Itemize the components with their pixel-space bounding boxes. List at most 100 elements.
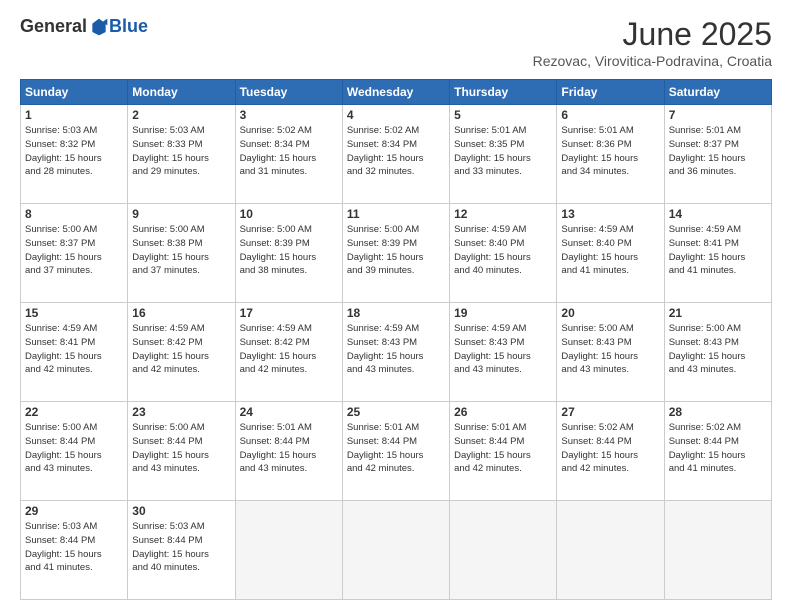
header-sunday: Sunday <box>21 80 128 105</box>
day-number: 30 <box>132 504 230 518</box>
table-row: 3 Sunrise: 5:02 AMSunset: 8:34 PMDaylight… <box>235 105 342 204</box>
calendar-week-row: 29 Sunrise: 5:03 AMSunset: 8:44 PMDayligh… <box>21 501 772 600</box>
table-row: 16 Sunrise: 4:59 AMSunset: 8:42 PMDayligh… <box>128 303 235 402</box>
day-info: Sunrise: 5:02 AMSunset: 8:44 PMDaylight:… <box>669 421 767 476</box>
day-number: 20 <box>561 306 659 320</box>
table-row: 20 Sunrise: 5:00 AMSunset: 8:43 PMDayligh… <box>557 303 664 402</box>
calendar-week-row: 1 Sunrise: 5:03 AMSunset: 8:32 PMDaylight… <box>21 105 772 204</box>
day-number: 5 <box>454 108 552 122</box>
day-info: Sunrise: 5:00 AMSunset: 8:39 PMDaylight:… <box>347 223 445 278</box>
logo-blue: Blue <box>109 16 148 37</box>
day-number: 23 <box>132 405 230 419</box>
day-info: Sunrise: 4:59 AMSunset: 8:40 PMDaylight:… <box>561 223 659 278</box>
day-number: 18 <box>347 306 445 320</box>
title-area: June 2025 Rezovac, Virovitica-Podravina,… <box>533 16 772 69</box>
day-number: 10 <box>240 207 338 221</box>
header-thursday: Thursday <box>450 80 557 105</box>
day-info: Sunrise: 5:03 AMSunset: 8:44 PMDaylight:… <box>25 520 123 575</box>
page: General Blue June 2025 Rezovac, Viroviti… <box>0 0 792 612</box>
day-info: Sunrise: 5:01 AMSunset: 8:44 PMDaylight:… <box>347 421 445 476</box>
table-row: 19Sunrise: 4:59 AMSunset: 8:43 PMDayligh… <box>450 303 557 402</box>
table-row: 28 Sunrise: 5:02 AMSunset: 8:44 PMDayligh… <box>664 402 771 501</box>
day-info: Sunrise: 4:59 AMSunset: 8:41 PMDaylight:… <box>25 322 123 377</box>
day-number: 13 <box>561 207 659 221</box>
day-info: Sunrise: 4:59 AMSunset: 8:42 PMDaylight:… <box>240 322 338 377</box>
day-number: 28 <box>669 405 767 419</box>
day-number: 12 <box>454 207 552 221</box>
table-row: 4Sunrise: 5:02 AMSunset: 8:34 PMDaylight… <box>342 105 449 204</box>
day-info: Sunrise: 4:59 AMSunset: 8:43 PMDaylight:… <box>347 322 445 377</box>
table-row: 30Sunrise: 5:03 AMSunset: 8:44 PMDayligh… <box>128 501 235 600</box>
day-info: Sunrise: 5:00 AMSunset: 8:37 PMDaylight:… <box>25 223 123 278</box>
day-info: Sunrise: 5:01 AMSunset: 8:36 PMDaylight:… <box>561 124 659 179</box>
table-row: 13 Sunrise: 4:59 AMSunset: 8:40 PMDayligh… <box>557 204 664 303</box>
day-number: 9 <box>132 207 230 221</box>
table-row: 6 Sunrise: 5:01 AMSunset: 8:36 PMDaylight… <box>557 105 664 204</box>
table-row: 8 Sunrise: 5:00 AMSunset: 8:37 PMDaylight… <box>21 204 128 303</box>
day-number: 19 <box>454 306 552 320</box>
day-number: 11 <box>347 207 445 221</box>
day-number: 15 <box>25 306 123 320</box>
header-saturday: Saturday <box>664 80 771 105</box>
table-row: 11 Sunrise: 5:00 AMSunset: 8:39 PMDayligh… <box>342 204 449 303</box>
table-row: 14 Sunrise: 4:59 AMSunset: 8:41 PMDayligh… <box>664 204 771 303</box>
logo-general: General <box>20 16 87 37</box>
table-row: 22 Sunrise: 5:00 AMSunset: 8:44 PMDayligh… <box>21 402 128 501</box>
day-number: 17 <box>240 306 338 320</box>
table-row <box>342 501 449 600</box>
table-row: 18 Sunrise: 4:59 AMSunset: 8:43 PMDayligh… <box>342 303 449 402</box>
day-number: 6 <box>561 108 659 122</box>
day-info: Sunrise: 5:00 AMSunset: 8:44 PMDaylight:… <box>25 421 123 476</box>
day-info: Sunrise: 5:01 AMSunset: 8:44 PMDaylight:… <box>454 421 552 476</box>
table-row: 1 Sunrise: 5:03 AMSunset: 8:32 PMDaylight… <box>21 105 128 204</box>
day-info: Sunrise: 5:00 AMSunset: 8:44 PMDaylight:… <box>132 421 230 476</box>
table-row: 7Sunrise: 5:01 AMSunset: 8:37 PMDaylight… <box>664 105 771 204</box>
table-row: 5 Sunrise: 5:01 AMSunset: 8:35 PMDaylight… <box>450 105 557 204</box>
day-number: 1 <box>25 108 123 122</box>
table-row: 23 Sunrise: 5:00 AMSunset: 8:44 PMDayligh… <box>128 402 235 501</box>
table-row: 21Sunrise: 5:00 AMSunset: 8:43 PMDayligh… <box>664 303 771 402</box>
table-row: 26 Sunrise: 5:01 AMSunset: 8:44 PMDayligh… <box>450 402 557 501</box>
day-info: Sunrise: 4:59 AMSunset: 8:42 PMDaylight:… <box>132 322 230 377</box>
day-info: Sunrise: 5:03 AMSunset: 8:32 PMDaylight:… <box>25 124 123 179</box>
day-info: Sunrise: 5:00 AMSunset: 8:39 PMDaylight:… <box>240 223 338 278</box>
day-info: Sunrise: 5:02 AMSunset: 8:34 PMDaylight:… <box>240 124 338 179</box>
table-row <box>664 501 771 600</box>
day-info: Sunrise: 5:00 AMSunset: 8:38 PMDaylight:… <box>132 223 230 278</box>
day-number: 3 <box>240 108 338 122</box>
day-number: 26 <box>454 405 552 419</box>
day-number: 27 <box>561 405 659 419</box>
day-info: Sunrise: 5:02 AMSunset: 8:44 PMDaylight:… <box>561 421 659 476</box>
logo-icon <box>89 17 109 37</box>
day-number: 2 <box>132 108 230 122</box>
day-number: 16 <box>132 306 230 320</box>
day-info: Sunrise: 5:01 AMSunset: 8:44 PMDaylight:… <box>240 421 338 476</box>
calendar-week-row: 8 Sunrise: 5:00 AMSunset: 8:37 PMDaylight… <box>21 204 772 303</box>
day-number: 29 <box>25 504 123 518</box>
table-row: 17 Sunrise: 4:59 AMSunset: 8:42 PMDayligh… <box>235 303 342 402</box>
day-number: 22 <box>25 405 123 419</box>
day-number: 8 <box>25 207 123 221</box>
calendar-week-row: 15 Sunrise: 4:59 AMSunset: 8:41 PMDayligh… <box>21 303 772 402</box>
subtitle: Rezovac, Virovitica-Podravina, Croatia <box>533 53 772 69</box>
month-title: June 2025 <box>533 16 772 53</box>
day-info: Sunrise: 4:59 AMSunset: 8:40 PMDaylight:… <box>454 223 552 278</box>
day-number: 14 <box>669 207 767 221</box>
header-tuesday: Tuesday <box>235 80 342 105</box>
day-number: 24 <box>240 405 338 419</box>
day-info: Sunrise: 5:00 AMSunset: 8:43 PMDaylight:… <box>561 322 659 377</box>
table-row <box>557 501 664 600</box>
day-info: Sunrise: 5:01 AMSunset: 8:35 PMDaylight:… <box>454 124 552 179</box>
table-row: 10 Sunrise: 5:00 AMSunset: 8:39 PMDayligh… <box>235 204 342 303</box>
header-friday: Friday <box>557 80 664 105</box>
table-row <box>450 501 557 600</box>
header-wednesday: Wednesday <box>342 80 449 105</box>
table-row: 25 Sunrise: 5:01 AMSunset: 8:44 PMDayligh… <box>342 402 449 501</box>
table-row: 27 Sunrise: 5:02 AMSunset: 8:44 PMDayligh… <box>557 402 664 501</box>
day-info: Sunrise: 4:59 AMSunset: 8:41 PMDaylight:… <box>669 223 767 278</box>
day-number: 4 <box>347 108 445 122</box>
day-number: 21 <box>669 306 767 320</box>
calendar-header-row: Sunday Monday Tuesday Wednesday Thursday… <box>21 80 772 105</box>
day-info: Sunrise: 5:01 AMSunset: 8:37 PMDaylight:… <box>669 124 767 179</box>
day-number: 25 <box>347 405 445 419</box>
